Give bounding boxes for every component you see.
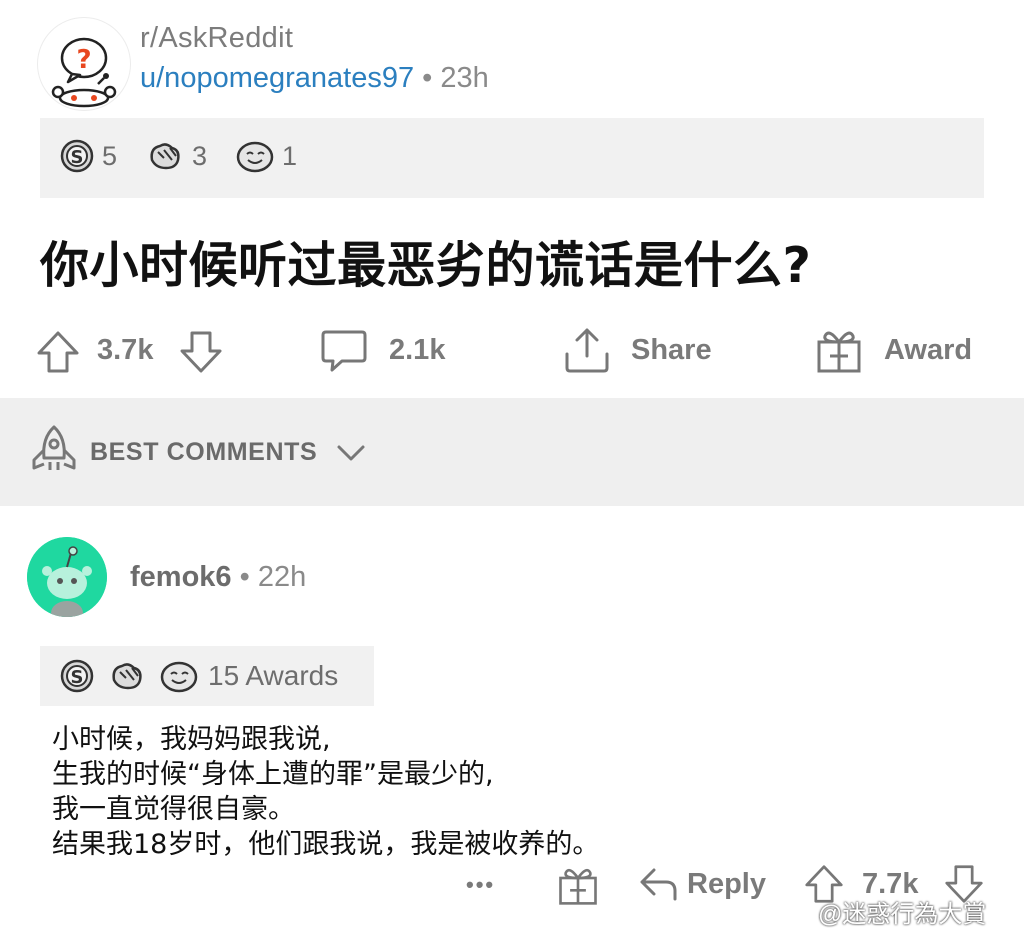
award-button[interactable]: Award <box>884 334 972 367</box>
svg-text:?: ? <box>76 45 91 75</box>
wholesome-award-icon <box>160 661 198 693</box>
award-count: 1 <box>282 140 298 171</box>
award-silver[interactable]: S 5 <box>58 138 117 174</box>
chevron-down-icon[interactable] <box>336 444 366 462</box>
silver-award-icon: S <box>60 659 94 693</box>
comment-line: 小时候，我妈妈跟我说, <box>52 724 331 755</box>
comment-sort-bar[interactable]: BEST COMMENTS <box>0 398 1024 506</box>
watermark: @迷惑行為大賞 <box>818 901 987 928</box>
comment-awards-strip[interactable]: S 15 Awards <box>40 646 374 706</box>
wholesome-award-icon <box>236 141 274 173</box>
share-button[interactable]: Share <box>631 334 712 367</box>
award-count: 5 <box>102 140 118 171</box>
downvote-arrow-icon[interactable] <box>178 330 224 374</box>
more-options-button[interactable]: ••• <box>466 872 495 898</box>
comment-age: 22h <box>257 561 307 593</box>
comment-line: 我一直觉得很自豪。 <box>52 794 295 825</box>
reply-arrow-icon[interactable] <box>638 866 678 902</box>
reply-button[interactable]: Reply <box>687 868 766 901</box>
comment-author-avatar[interactable] <box>27 537 107 617</box>
askreddit-logo-icon: ? <box>51 37 117 108</box>
award-helpful[interactable]: 3 <box>146 138 207 174</box>
comment-meta: femok6 • 22h <box>130 561 306 594</box>
helpful-award-icon <box>112 663 142 690</box>
comment-line: 生我的时候“身体上遭的罪”是最少的, <box>52 759 494 790</box>
comment-author[interactable]: femok6 <box>130 561 232 593</box>
rocket-icon <box>32 425 76 470</box>
comment-line: 结果我18岁时，他们跟我说，我是被收养的。 <box>52 829 600 860</box>
comment-body: 小时候，我妈妈跟我说, 生我的时候“身体上遭的罪”是最少的, 我一直觉得很自豪。… <box>52 722 599 862</box>
snoo-avatar-icon <box>27 537 107 617</box>
post-meta: u/nopomegranates97 • 23h <box>140 62 489 95</box>
svg-text:S: S <box>71 147 84 168</box>
helpful-award-icon <box>150 143 180 170</box>
meta-separator: • <box>422 62 433 94</box>
post-vote-count: 3.7k <box>97 334 154 366</box>
meta-separator: • <box>239 561 250 593</box>
comment-awards-count: 15 Awards <box>208 660 339 691</box>
upvote-arrow-icon[interactable] <box>35 330 81 374</box>
silver-award-icon: S <box>60 139 94 173</box>
post-title[interactable]: 你小时候听过最恶劣的谎话是什么? <box>40 226 811 297</box>
comment-bubble-icon[interactable] <box>320 328 368 374</box>
award-gift-icon[interactable] <box>557 864 599 906</box>
share-icon[interactable] <box>563 326 611 374</box>
post-author-link[interactable]: u/nopomegranates97 <box>140 62 414 94</box>
award-count: 3 <box>192 140 208 171</box>
post-awards-strip[interactable]: S 5 3 1 <box>40 118 984 198</box>
subreddit-avatar[interactable]: ? <box>38 18 130 110</box>
award-gift-icon[interactable] <box>815 326 863 374</box>
post-comment-count[interactable]: 2.1k <box>389 334 445 367</box>
post-age: 23h <box>440 62 489 94</box>
sort-label[interactable]: BEST COMMENTS <box>90 438 317 467</box>
award-wholesome[interactable]: 1 <box>234 138 297 174</box>
svg-text:S: S <box>71 667 84 688</box>
subreddit-name[interactable]: r/AskReddit <box>140 22 293 55</box>
